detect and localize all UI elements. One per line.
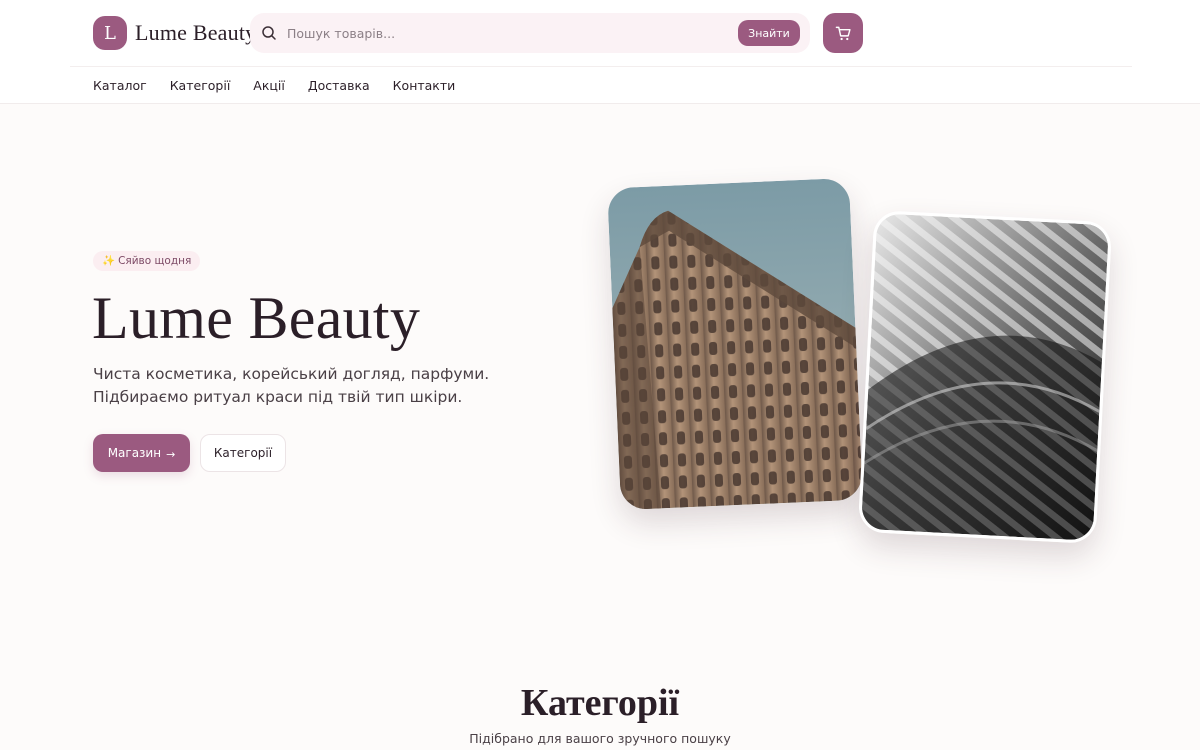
- main-nav: Каталог Категорії Акції Доставка Контакт…: [93, 76, 455, 96]
- nav-item-sales[interactable]: Акції: [253, 76, 285, 96]
- categories-title: Категорії: [520, 682, 680, 724]
- logo-text: Lume Beauty: [135, 20, 257, 45]
- hero-image-abstract: [857, 209, 1113, 545]
- nav-item-categories[interactable]: Категорії: [170, 76, 231, 96]
- shop-button-label: Магазин: [107, 446, 162, 460]
- arrow-right-icon: →: [166, 447, 176, 461]
- nav-item-catalog[interactable]: Каталог: [93, 76, 147, 96]
- cart-button[interactable]: [823, 13, 863, 53]
- nav-item-delivery[interactable]: Доставка: [308, 76, 370, 96]
- hero-title: Lume Beauty: [92, 285, 421, 351]
- categories-subtitle: Підібрано для вашого зручного пошуку: [469, 731, 731, 746]
- header-divider: [70, 66, 1132, 67]
- hero-badge: ✨ Сяйво щодня: [93, 251, 201, 271]
- cart-icon: [835, 26, 851, 40]
- hero-badge-text: Сяйво щодня: [118, 255, 192, 267]
- hero-subtitle: Чиста косметика, корейський догляд, парф…: [93, 365, 490, 406]
- search-input[interactable]: [285, 21, 725, 45]
- sparkles-icon: ✨: [102, 255, 116, 267]
- search-bar: Знайти: [250, 13, 810, 53]
- logo-mark: L: [93, 16, 127, 50]
- hero-image-building: [607, 177, 863, 511]
- shop-button[interactable]: Магазин →: [93, 434, 190, 472]
- search-icon: [262, 26, 276, 40]
- nav-item-contacts[interactable]: Контакти: [393, 76, 456, 96]
- site-header: L Lume Beauty Знайти Каталог Категорії А…: [0, 0, 1200, 104]
- categories-button[interactable]: Категорії: [200, 434, 286, 472]
- search-button[interactable]: Знайти: [738, 20, 800, 46]
- logo[interactable]: L Lume Beauty: [93, 16, 256, 50]
